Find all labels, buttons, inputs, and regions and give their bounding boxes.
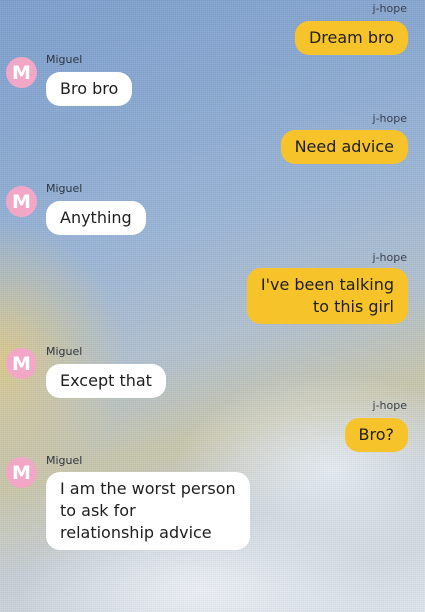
avatar[interactable]: M [6, 186, 37, 217]
sender-name: Miguel [46, 182, 83, 195]
message-bubble[interactable]: I've been talking to this girl [246, 268, 408, 324]
sender-name: Miguel [46, 53, 83, 66]
message-bubble[interactable]: Dream bro [294, 21, 408, 55]
sender-name: j-hope [372, 251, 407, 264]
sender-name: Miguel [46, 345, 83, 358]
sender-name: j-hope [372, 2, 407, 15]
sender-name: Miguel [46, 454, 83, 467]
message-bubble[interactable]: Need advice [280, 130, 408, 164]
sender-name: j-hope [372, 399, 407, 412]
message-bubble[interactable]: Bro? [344, 418, 408, 452]
message-bubble[interactable]: Anything [46, 201, 146, 235]
message-bubble[interactable]: Except that [46, 364, 166, 398]
message-bubble[interactable]: I am the worst person to ask for relatio… [46, 472, 250, 550]
chat-thread: j-hope Dream bro M Miguel Bro bro j-hope… [0, 0, 425, 612]
avatar[interactable]: M [6, 348, 37, 379]
avatar[interactable]: M [6, 457, 37, 488]
sender-name: j-hope [372, 112, 407, 125]
message-bubble[interactable]: Bro bro [46, 72, 133, 106]
avatar[interactable]: M [6, 57, 37, 88]
